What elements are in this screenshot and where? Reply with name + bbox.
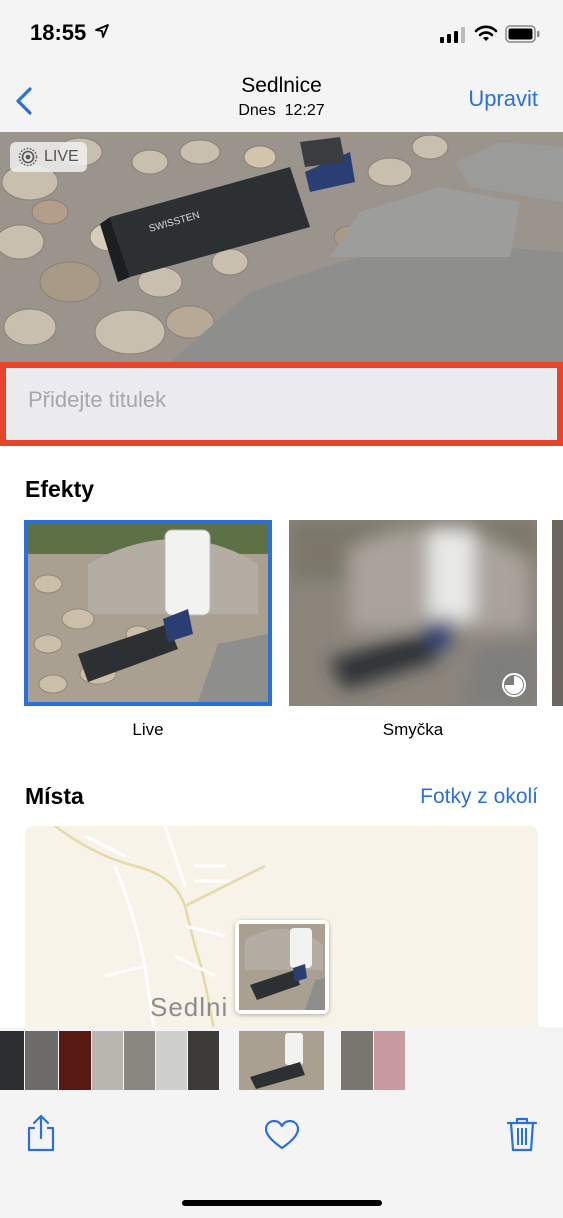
signal-icon <box>440 27 465 43</box>
status-time: 18:55 <box>30 20 110 46</box>
nearby-photos-link[interactable]: Fotky z okolí <box>420 785 538 809</box>
thumbnail-strip[interactable] <box>0 1027 563 1097</box>
effect-loop-label: Smyčka <box>382 720 444 739</box>
effect-loop-card[interactable] <box>289 520 537 706</box>
places-heading: Místa <box>25 783 84 809</box>
edit-button[interactable]: Upravit <box>468 86 538 112</box>
share-icon[interactable] <box>25 1114 57 1152</box>
map-city-label: Sedlni <box>150 992 229 1022</box>
heart-icon[interactable] <box>265 1120 299 1150</box>
location-arrow-icon <box>95 24 110 38</box>
map-photo-pin[interactable] <box>235 920 329 1014</box>
effect-live-label: Live <box>132 720 164 739</box>
photo-date: Dnes <box>238 102 276 119</box>
loop-icon <box>502 673 526 697</box>
live-badge[interactable]: LIVE <box>10 142 87 172</box>
status-time-text: 18:55 <box>30 20 87 45</box>
trash-icon[interactable] <box>506 1116 538 1152</box>
effects-heading: Efekty <box>25 476 95 502</box>
caption-field-highlight <box>0 362 563 446</box>
effect-live-card[interactable] <box>24 520 272 706</box>
effect-loop-thumbnail <box>289 520 537 706</box>
wifi-icon <box>474 25 498 41</box>
live-badge-label: LIVE <box>44 148 79 165</box>
caption-input[interactable] <box>26 386 530 414</box>
photo-preview[interactable]: SWISSTEN LIVE <box>0 132 563 362</box>
battery-icon <box>505 25 540 43</box>
effect-live-thumbnail <box>28 524 268 702</box>
thumbnail-images <box>0 1031 405 1093</box>
home-indicator[interactable] <box>182 1200 382 1206</box>
photo-time: 12:27 <box>284 102 325 119</box>
bottom-toolbar <box>0 1090 563 1218</box>
status-bar: 18:55 <box>0 0 563 66</box>
effect-next-card[interactable] <box>552 520 563 706</box>
navigation-bar: Sedlnice Dnes 12:27 Upravit <box>0 66 563 132</box>
map-pin-photo <box>239 924 325 1010</box>
live-photo-icon <box>18 147 38 167</box>
